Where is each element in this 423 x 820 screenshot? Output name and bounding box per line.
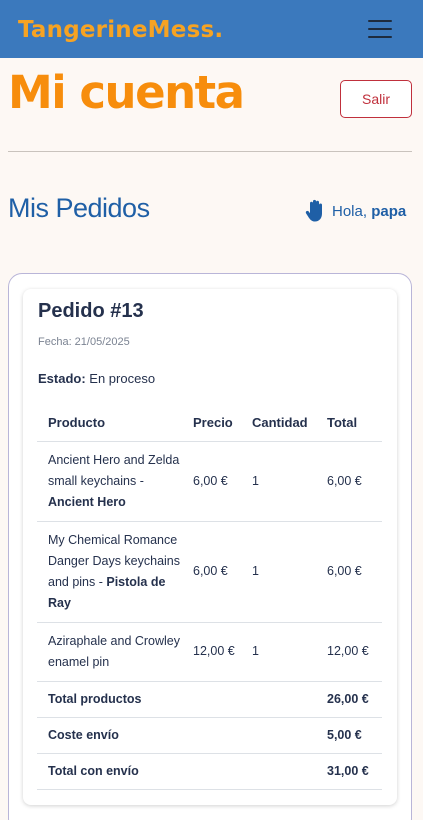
shipping-value: 5,00 €	[316, 717, 382, 754]
hand-icon	[305, 199, 322, 222]
product-variant: Ancient Hero	[48, 494, 126, 509]
table-row: Aziraphale and Crowley enamel pin 12,00 …	[37, 622, 382, 682]
logout-button[interactable]: Salir	[340, 80, 412, 118]
column-header-price: Precio	[182, 404, 241, 442]
product-total: 12,00 €	[316, 622, 382, 682]
status-label: Estado:	[38, 371, 86, 386]
product-name: My Chemical Romance Danger Days keychain…	[37, 521, 182, 623]
product-quantity: 1	[241, 622, 316, 682]
product-quantity: 1	[241, 521, 316, 623]
greeting: Hola, papa	[304, 199, 406, 223]
subtotal-label: Total productos	[37, 681, 316, 718]
order-items-table: Producto Precio Cantidad Total Ancient H…	[37, 404, 382, 790]
shipping-label: Coste envío	[37, 717, 316, 754]
product-name: Ancient Hero and Zelda small keychains -…	[37, 441, 182, 522]
divider	[8, 151, 412, 152]
section-title: Mis Pedidos	[8, 193, 150, 223]
table-header-row: Producto Precio Cantidad Total	[37, 404, 382, 442]
product-name: Aziraphale and Crowley enamel pin	[37, 622, 182, 682]
column-header-total: Total	[316, 404, 382, 442]
product-price: 6,00 €	[182, 521, 241, 623]
order-title: Pedido #13	[38, 300, 144, 322]
page-title: Mi cuenta	[8, 66, 245, 119]
subtotal-row: Total productos 26,00 €	[37, 681, 382, 718]
grand-total-value: 31,00 €	[316, 753, 382, 790]
shipping-row: Coste envío 5,00 €	[37, 717, 382, 754]
column-header-quantity: Cantidad	[241, 404, 316, 442]
greeting-prefix: Hola,	[332, 202, 368, 220]
user-name: papa	[371, 202, 407, 220]
order-card: Pedido #13 Fecha: 21/05/2025 Estado: En …	[23, 289, 397, 805]
subtotal-value: 26,00 €	[316, 681, 382, 718]
column-header-product: Producto	[37, 404, 182, 442]
brand-logo[interactable]: TangerineMess.	[18, 17, 223, 43]
hamburger-line	[368, 28, 392, 30]
grand-total-label: Total con envío	[37, 753, 316, 790]
navbar: TangerineMess.	[0, 0, 423, 58]
product-total: 6,00 €	[316, 441, 382, 522]
hamburger-line	[368, 36, 392, 38]
table-row: My Chemical Romance Danger Days keychain…	[37, 521, 382, 623]
hamburger-line	[368, 20, 392, 22]
table-row: Ancient Hero and Zelda small keychains -…	[37, 441, 382, 522]
product-price: 12,00 €	[182, 622, 241, 682]
hamburger-menu-icon[interactable]	[368, 19, 392, 39]
product-quantity: 1	[241, 441, 316, 522]
order-status: Estado: En proceso	[38, 371, 155, 386]
product-total: 6,00 €	[316, 521, 382, 623]
grand-total-row: Total con envío 31,00 €	[37, 753, 382, 790]
order-date: Fecha: 21/05/2025	[38, 336, 130, 348]
product-price: 6,00 €	[182, 441, 241, 522]
status-value: En proceso	[89, 371, 156, 386]
